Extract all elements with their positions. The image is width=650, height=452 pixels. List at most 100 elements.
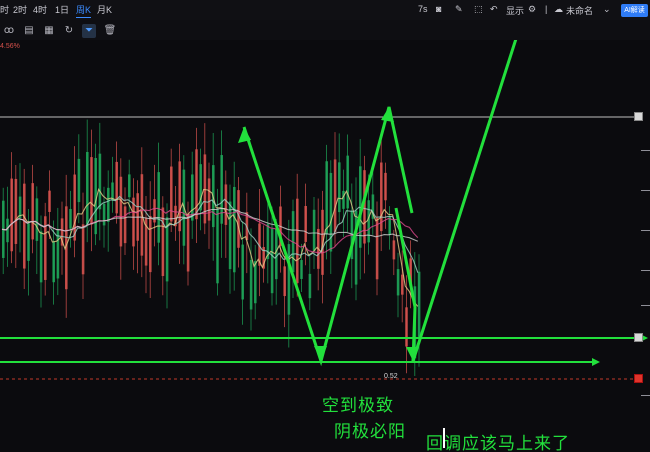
axis-tick [641,190,650,191]
candle-body [338,162,341,213]
candle-body [123,206,127,244]
trash-icon[interactable]: 🗑 [103,24,117,38]
share-icon[interactable]: ⬚ [474,4,483,15]
candle-body [233,186,236,273]
candle-body [73,174,76,241]
candle-body [128,174,131,198]
candle-body [283,266,286,297]
candle-body [405,307,408,347]
axis-marker-price[interactable] [634,374,643,383]
candle-body [149,215,152,273]
axis-tick [641,305,650,306]
candle-body [207,178,211,221]
timeframe-2h[interactable]: 2时 [13,3,27,16]
candle-body [333,159,337,233]
candle-body [14,178,18,244]
timeframe-4h[interactable]: 4时 [33,3,47,16]
candle-body [396,269,400,296]
candle-body [228,201,232,270]
candle-body [107,187,110,222]
candle-body [27,223,30,261]
axis-tick [641,395,650,396]
candle-body [367,200,370,243]
zigzag-arrow-bottom [314,346,327,361]
candle-body [392,240,396,260]
candle-body [312,209,316,251]
candle-body [119,176,123,247]
candle-body [270,228,274,294]
candle-body [304,205,307,242]
undo-icon[interactable]: ↶ [490,4,498,15]
candle-body [23,183,26,269]
candle-body [39,231,43,283]
annotation-pullback-coming: 回调应该马上来了 [426,434,570,452]
support-arrow-lower [592,358,600,366]
candle-body [81,224,85,275]
chevron-down-icon[interactable]: ⌄ [603,4,611,15]
pencil-icon[interactable]: ✎ [455,4,463,15]
candle-body [241,244,244,300]
divider: | [545,4,548,14]
candle-body [35,198,39,241]
candle-body [249,259,253,310]
candle-body [300,260,303,279]
candle-body [216,209,219,284]
clipboard-icon[interactable]: ▤ [22,24,36,38]
candle-body [115,161,118,214]
candle-body [6,218,9,243]
candle-body [287,244,291,315]
candle-body [102,203,106,226]
indicator-icon[interactable]: ꝏ [2,24,16,38]
show-toggle[interactable]: 显示 [506,4,524,17]
axis-marker-resistance[interactable] [634,112,643,121]
drawing-toolbar [0,20,650,40]
axis-marker-support[interactable] [634,333,643,342]
drawing-icon[interactable]: ↻ [62,24,76,38]
candle-body [417,271,421,337]
axis-tick [641,230,650,231]
candle-body [254,261,257,304]
layout-name[interactable]: 未命名 [566,4,593,17]
camera-icon[interactable]: ◙ [436,4,441,14]
candle-body [308,273,312,299]
annotation-yin-to-yang: 阴极必阳 [334,422,406,442]
candle-body [325,161,328,234]
ai-badge[interactable]: AI解读 [621,4,648,17]
candle-body [195,149,198,220]
candle-body [31,183,34,240]
low-price-label: 0.52 [384,373,398,380]
axis-tick [641,150,650,151]
timeframe-1d[interactable]: 1日 [55,3,69,16]
candle-body [342,190,345,209]
annotation-extreme-short: 空到极致 [322,396,394,416]
candle-body [86,151,89,226]
candle-body [375,217,379,280]
timeframe-hour[interactable]: 时 [0,3,9,16]
timeframe-week[interactable]: 周K [76,3,92,18]
calendar-icon[interactable]: ▦ [42,24,56,38]
candle-body [69,208,72,229]
rebound-arrow-line[interactable] [411,40,522,362]
filter-icon[interactable]: ⏷ [82,24,96,38]
candle-body [384,172,387,201]
candle-body [199,164,202,211]
candle-body [52,241,55,283]
settings-icon[interactable]: ⚙ [528,4,536,15]
candle-body [296,198,299,284]
candle-body [10,178,13,252]
candle-body [170,166,173,222]
candle-body [401,274,404,295]
candle-body [329,172,333,252]
axis-tick [641,270,650,271]
timeframe-month[interactable]: 月K [97,3,112,16]
candle-body [380,162,383,232]
refresh-interval[interactable]: 7s [418,4,428,14]
candle-body [186,213,190,272]
candle-body [157,172,160,243]
candle-body [237,190,240,248]
candle-body [77,158,81,203]
cloud-icon: ☁ [554,4,563,14]
candle-body [98,153,102,210]
candle-body [48,190,51,212]
candle-body [346,155,349,209]
